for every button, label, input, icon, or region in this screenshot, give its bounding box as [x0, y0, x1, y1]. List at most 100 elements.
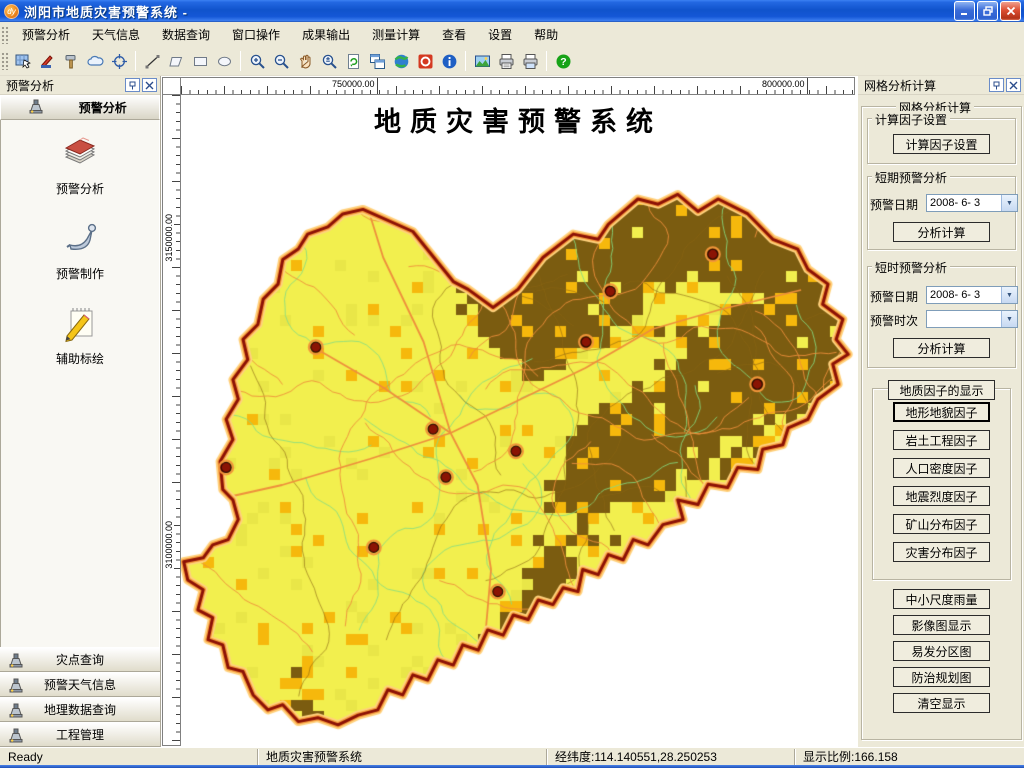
tool-button-1[interactable]: 影像图显示: [893, 615, 990, 635]
warning-analysis-icon: [58, 130, 102, 177]
print-icon[interactable]: [494, 49, 518, 73]
sidebar-group-header-active[interactable]: 预警分析: [0, 95, 160, 120]
factor-button-5[interactable]: 灾害分布因子: [893, 542, 990, 562]
chevron-down-icon[interactable]: ▼: [1001, 311, 1017, 327]
menu-item-8[interactable]: 帮助: [523, 22, 569, 47]
status-bar: Ready 地质灾害预警系统 经纬度:114.140551,28.250253 …: [0, 747, 1024, 765]
status-document: 地质灾害预警系统: [258, 749, 547, 765]
ruler-y-label: 3150000.00: [164, 213, 174, 263]
geo-data-query-icon: [7, 701, 25, 722]
menu-bar: 预警分析天气信息数据查询窗口操作成果输出测量计算查看设置帮助: [0, 22, 1024, 47]
map-image-icon[interactable]: [470, 49, 494, 73]
tool-button-4[interactable]: 清空显示: [893, 693, 990, 713]
draw-line-icon[interactable]: [140, 49, 164, 73]
warning-analysis-panel: 预警分析 预警分析 预警分析预警制作辅助标绘 灾点查询预警天气信息地理数据查询工…: [0, 76, 161, 747]
menu-item-3[interactable]: 窗口操作: [221, 22, 291, 47]
restore-button[interactable]: [977, 1, 998, 21]
ruler-y-label: 3100000.00: [164, 520, 174, 570]
ruler-x-label: 750000.00: [331, 79, 376, 89]
warning-date-combo-2[interactable]: 2008- 6- 3 ▼: [926, 286, 1018, 304]
menu-item-5[interactable]: 测量计算: [361, 22, 431, 47]
calc-factor-settings-button[interactable]: 计算因子设置: [893, 134, 990, 154]
warning-time-combo[interactable]: ▼: [926, 310, 1018, 328]
redline-plot-icon[interactable]: [35, 49, 59, 73]
app-logo-icon: dy: [4, 4, 19, 19]
zoom-extent-icon[interactable]: [317, 49, 341, 73]
sidebar-item-label: 辅助标绘: [56, 350, 104, 367]
sidebar-group-2[interactable]: 地理数据查询: [0, 697, 160, 722]
stop-icon[interactable]: [413, 49, 437, 73]
locate-center-icon[interactable]: [107, 49, 131, 73]
toolbar: ?: [0, 47, 1024, 76]
pin-icon[interactable]: [989, 78, 1004, 92]
status-coordinates: 经纬度:114.140551,28.250253: [547, 749, 795, 765]
close-icon[interactable]: [1006, 78, 1021, 92]
menu-grip[interactable]: [1, 26, 9, 44]
menu-item-0[interactable]: 预警分析: [11, 22, 81, 47]
factor-button-1[interactable]: 岩土工程因子: [893, 430, 990, 450]
ruler-x-tick: [807, 78, 808, 94]
sidebar-item-2[interactable]: 辅助标绘: [56, 300, 104, 367]
left-panel-titlebar: 预警分析: [0, 76, 160, 95]
sidebar-header-label: 预警分析: [73, 99, 134, 116]
toolbar-grip[interactable]: [1, 52, 9, 70]
zoom-in-icon[interactable]: [245, 49, 269, 73]
ruler-corner: [162, 77, 181, 95]
cloud-tool-icon[interactable]: [83, 49, 107, 73]
menu-item-7[interactable]: 设置: [477, 22, 523, 47]
warning-time-label: 预警时次: [870, 312, 918, 329]
help-icon[interactable]: ?: [551, 49, 575, 73]
warning-date-value-1: 2008- 6- 3: [930, 197, 1001, 209]
copy-window-icon[interactable]: [365, 49, 389, 73]
menu-item-6[interactable]: 查看: [431, 22, 477, 47]
print-preview-icon[interactable]: [518, 49, 542, 73]
menu-item-2[interactable]: 数据查询: [151, 22, 221, 47]
pin-icon[interactable]: [125, 78, 140, 92]
refresh-view-icon[interactable]: [341, 49, 365, 73]
close-button[interactable]: [1000, 1, 1021, 21]
tool-button-3[interactable]: 防治规划图: [893, 667, 990, 687]
tool-button-2[interactable]: 易发分区图: [893, 641, 990, 661]
close-icon[interactable]: [142, 78, 157, 92]
sidebar-group-0[interactable]: 灾点查询: [0, 647, 160, 672]
globe-icon[interactable]: [389, 49, 413, 73]
left-panel-title: 预警分析: [6, 77, 123, 94]
sidebar-group-1[interactable]: 预警天气信息: [0, 672, 160, 697]
draw-ellipse-icon[interactable]: [212, 49, 236, 73]
factor-button-0[interactable]: 地形地貌因子: [893, 402, 990, 422]
sidebar-item-label: 预警制作: [56, 265, 104, 282]
menu-item-4[interactable]: 成果输出: [291, 22, 361, 47]
analyze-button-short-time[interactable]: 分析计算: [893, 338, 990, 358]
zoom-out-icon[interactable]: [269, 49, 293, 73]
info-icon[interactable]: [437, 49, 461, 73]
warning-date-label: 预警日期: [870, 196, 918, 213]
warning-date-combo-1[interactable]: 2008- 6- 3 ▼: [926, 194, 1018, 212]
hammer-tool-icon[interactable]: [59, 49, 83, 73]
warning-date-label-2: 预警日期: [870, 288, 918, 305]
sidebar-item-0[interactable]: 预警分析: [56, 130, 104, 197]
hazard-map-canvas[interactable]: [181, 95, 855, 745]
calc-factor-group-label: 计算因子设置: [872, 111, 950, 128]
toolbar-separator: [465, 51, 466, 71]
title-bar: dy 浏阳市地质灾害预警系统 -: [0, 0, 1024, 22]
analyze-button-short-term[interactable]: 分析计算: [893, 222, 990, 242]
select-map-icon[interactable]: [11, 49, 35, 73]
draw-rectangle-icon[interactable]: [188, 49, 212, 73]
short-time-group-label: 短时预警分析: [872, 259, 950, 276]
minimize-button[interactable]: [954, 1, 975, 21]
chevron-down-icon[interactable]: ▼: [1001, 287, 1017, 303]
chevron-down-icon[interactable]: ▼: [1001, 195, 1017, 211]
menu-item-1[interactable]: 天气信息: [81, 22, 151, 47]
map-document: 750000.00 800000.00 3150000.00 3100000.0…: [161, 76, 857, 747]
sidebar-group-3[interactable]: 工程管理: [0, 722, 160, 747]
warning-making-icon: [58, 215, 102, 262]
tool-button-0[interactable]: 中小尺度雨量: [893, 589, 990, 609]
geo-factor-display-button[interactable]: 地质因子的显示: [888, 380, 995, 400]
sidebar-item-1[interactable]: 预警制作: [56, 215, 104, 282]
factor-button-3[interactable]: 地震烈度因子: [893, 486, 990, 506]
factor-button-2[interactable]: 人口密度因子: [893, 458, 990, 478]
factor-button-4[interactable]: 矿山分布因子: [893, 514, 990, 534]
draw-polygon-icon[interactable]: [164, 49, 188, 73]
vertical-ruler: 3150000.00 3100000.00: [162, 95, 181, 746]
pan-hand-icon[interactable]: [293, 49, 317, 73]
